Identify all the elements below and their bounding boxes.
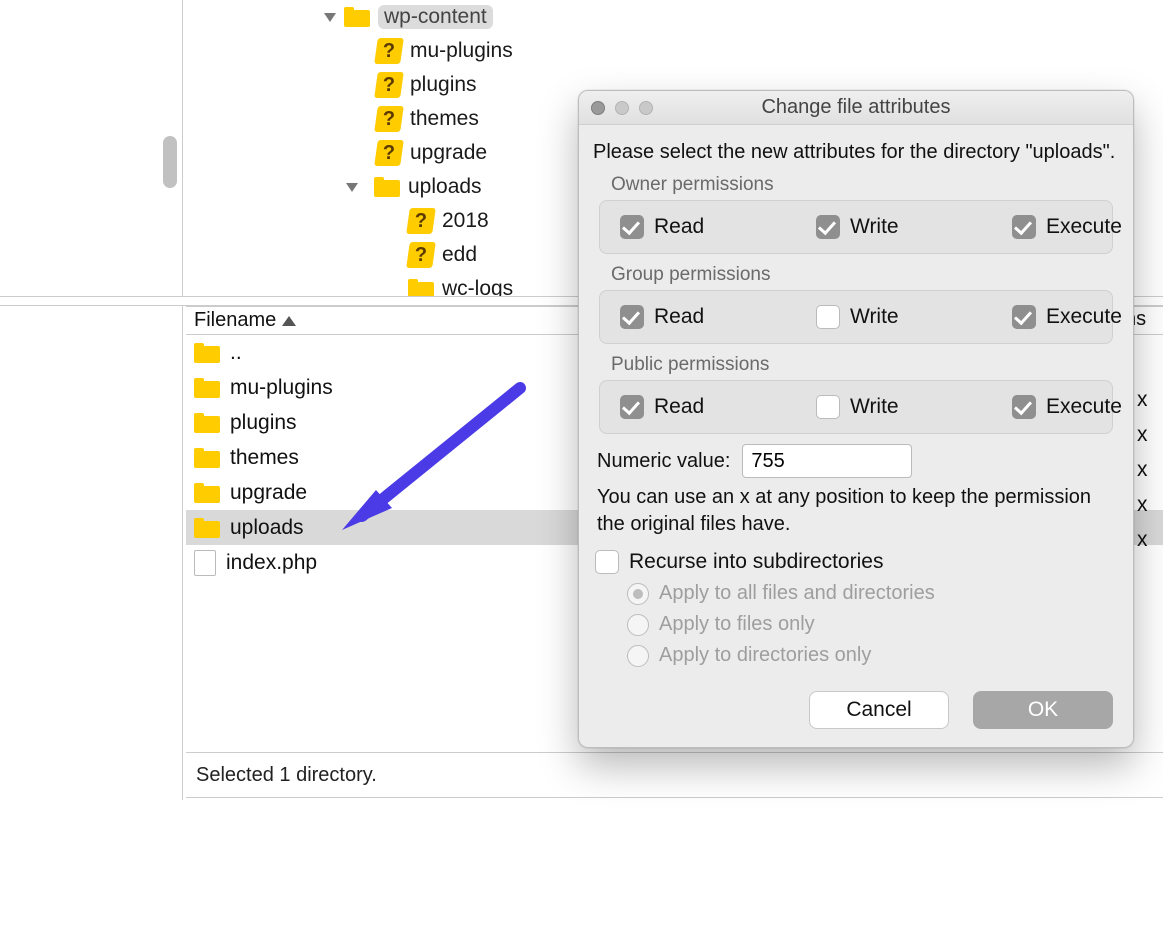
- folder-icon: [194, 413, 220, 433]
- tree-label: plugins: [410, 73, 477, 97]
- owner-permissions-box: Read Write Execute: [599, 200, 1113, 254]
- group-read-checkbox[interactable]: Read: [620, 305, 760, 329]
- folder-icon: [194, 483, 220, 503]
- public-permissions-label: Public permissions: [611, 354, 1119, 376]
- status-text: Selected 1 directory.: [196, 764, 377, 787]
- tree-label: edd: [442, 243, 477, 267]
- tree-item-wp-content[interactable]: wp-content: [186, 0, 1163, 34]
- checkbox-unchecked-icon: [816, 305, 840, 329]
- checkbox-unchecked-icon: [816, 395, 840, 419]
- checkbox-checked-icon: [816, 215, 840, 239]
- folder-icon: [194, 378, 220, 398]
- tree-label: upgrade: [410, 141, 487, 165]
- folder-icon: [194, 518, 220, 538]
- list-row-label: ..: [230, 341, 242, 365]
- unknown-icon: [408, 208, 434, 234]
- folder-icon: [194, 448, 220, 468]
- group-permissions-box: Read Write Execute: [599, 290, 1113, 344]
- numeric-value-input[interactable]: [742, 444, 912, 478]
- perm-cell-cut: x: [1137, 458, 1148, 482]
- recurse-checkbox[interactable]: Recurse into subdirectories: [595, 550, 1117, 574]
- perm-cell-cut: x: [1137, 528, 1148, 552]
- tree-label: wp-content: [378, 5, 493, 29]
- checkbox-unchecked-icon: [595, 550, 619, 574]
- folder-icon: [344, 7, 370, 27]
- group-permissions-label: Group permissions: [611, 264, 1119, 286]
- numeric-hint: You can use an x at any position to keep…: [597, 484, 1115, 538]
- status-bar: Selected 1 directory.: [186, 752, 1163, 798]
- file-icon: [194, 550, 216, 576]
- list-row-label: themes: [230, 446, 299, 470]
- folder-icon: [194, 343, 220, 363]
- left-split-pane: [0, 0, 183, 800]
- radio-apply-dirs: Apply to directories only: [627, 644, 1119, 667]
- column-header-label: Filename: [194, 309, 276, 332]
- unknown-icon: [376, 140, 402, 166]
- dialog-titlebar[interactable]: Change file attributes: [579, 91, 1133, 125]
- tree-label: themes: [410, 107, 479, 131]
- public-execute-checkbox[interactable]: Execute: [1012, 395, 1134, 419]
- public-permissions-box: Read Write Execute: [599, 380, 1113, 434]
- owner-write-checkbox[interactable]: Write: [816, 215, 956, 239]
- cancel-button[interactable]: Cancel: [809, 691, 949, 729]
- ok-button[interactable]: OK: [973, 691, 1113, 729]
- dialog-intro: Please select the new attributes for the…: [593, 139, 1119, 166]
- tree-label: 2018: [442, 209, 489, 233]
- list-row-label: mu-plugins: [230, 376, 333, 400]
- folder-icon: [374, 177, 400, 197]
- group-execute-checkbox[interactable]: Execute: [1012, 305, 1134, 329]
- group-write-checkbox[interactable]: Write: [816, 305, 956, 329]
- list-row-label: index.php: [226, 551, 317, 575]
- checkbox-checked-icon: [620, 395, 644, 419]
- checkbox-checked-icon: [1012, 395, 1036, 419]
- chevron-down-icon: [324, 13, 336, 22]
- unknown-icon: [408, 242, 434, 268]
- chevron-down-icon: [346, 183, 358, 192]
- radio-unselected-icon: [627, 645, 649, 667]
- checkbox-checked-icon: [620, 305, 644, 329]
- unknown-icon: [376, 106, 402, 132]
- perm-cell-cut: x: [1137, 388, 1148, 412]
- list-row-label: plugins: [230, 411, 297, 435]
- scrollbar-thumb[interactable]: [163, 136, 177, 188]
- tree-label: uploads: [408, 175, 482, 199]
- public-write-checkbox[interactable]: Write: [816, 395, 956, 419]
- unknown-icon: [376, 72, 402, 98]
- owner-read-checkbox[interactable]: Read: [620, 215, 760, 239]
- sort-ascending-icon: [282, 316, 296, 326]
- tree-item-mu-plugins[interactable]: mu-plugins: [186, 34, 1163, 68]
- dialog-title: Change file attributes: [579, 96, 1133, 119]
- owner-execute-checkbox[interactable]: Execute: [1012, 215, 1134, 239]
- list-row-label: upgrade: [230, 481, 307, 505]
- unknown-icon: [376, 38, 402, 64]
- public-read-checkbox[interactable]: Read: [620, 395, 760, 419]
- tree-label: wc-logs: [442, 277, 513, 296]
- perm-cell-cut: x: [1137, 423, 1148, 447]
- checkbox-checked-icon: [1012, 215, 1036, 239]
- numeric-value-label: Numeric value:: [597, 450, 730, 473]
- owner-permissions-label: Owner permissions: [611, 174, 1119, 196]
- change-file-attributes-dialog: Change file attributes Please select the…: [578, 90, 1134, 748]
- radio-apply-files: Apply to files only: [627, 613, 1119, 636]
- radio-unselected-icon: [627, 614, 649, 636]
- perm-cell-cut: x: [1137, 493, 1148, 517]
- folder-icon: [408, 279, 434, 296]
- checkbox-checked-icon: [1012, 305, 1036, 329]
- radio-selected-icon: [627, 583, 649, 605]
- radio-apply-all: Apply to all files and directories: [627, 582, 1119, 605]
- tree-label: mu-plugins: [410, 39, 513, 63]
- checkbox-checked-icon: [620, 215, 644, 239]
- list-row-label: uploads: [230, 516, 304, 540]
